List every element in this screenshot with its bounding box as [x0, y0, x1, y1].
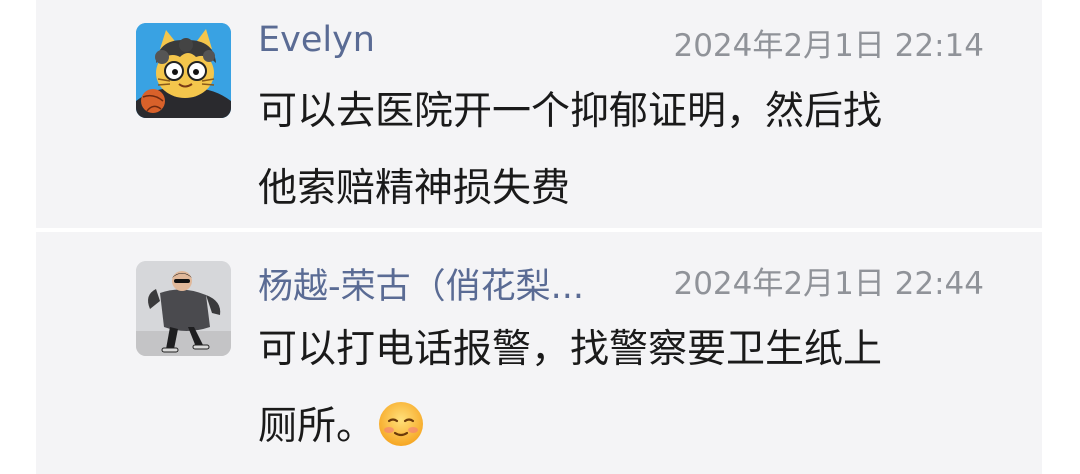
comment-thread: Evelyn 2024年2月1日 22:14 可以去医院开一个抑郁证明，然后找 … — [0, 0, 1080, 474]
cartoon-cat-avatar — [136, 23, 231, 118]
avatar[interactable] — [136, 261, 231, 356]
comment-author[interactable]: Evelyn — [258, 20, 375, 60]
dancing-man-avatar — [136, 261, 231, 356]
comment-text-line: 可以去医院开一个抑郁证明，然后找 — [258, 89, 883, 134]
comment-item[interactable]: Evelyn 2024年2月1日 22:14 可以去医院开一个抑郁证明，然后找 … — [36, 0, 1042, 228]
comment-text-line: 可以打电话报警，找警察要卫生纸上 — [258, 327, 883, 372]
pleading-face-emoji — [379, 402, 424, 446]
comment-text: 可以去医院开一个抑郁证明，然后找 他索赔精神损失费 — [258, 73, 882, 227]
comment-author[interactable]: 杨越-荣古（俏花梨... — [258, 258, 584, 309]
comment-timestamp: 2024年2月1日 22:14 — [673, 28, 984, 64]
comment-timestamp: 2024年2月1日 22:44 — [673, 266, 984, 302]
comment-text-line: 他索赔精神损失费 — [258, 166, 571, 211]
avatar[interactable] — [136, 23, 231, 118]
comment-item[interactable]: 杨越-荣古（俏花梨... 2024年2月1日 22:44 可以打电话报警，找警察… — [36, 232, 1042, 474]
comment-text-segment: 厕所。 — [258, 404, 376, 449]
comment-text: 可以打电话报警，找警察要卫生纸上 厕所。 — [258, 311, 882, 465]
comment-text-line: 厕所。 — [258, 388, 882, 465]
